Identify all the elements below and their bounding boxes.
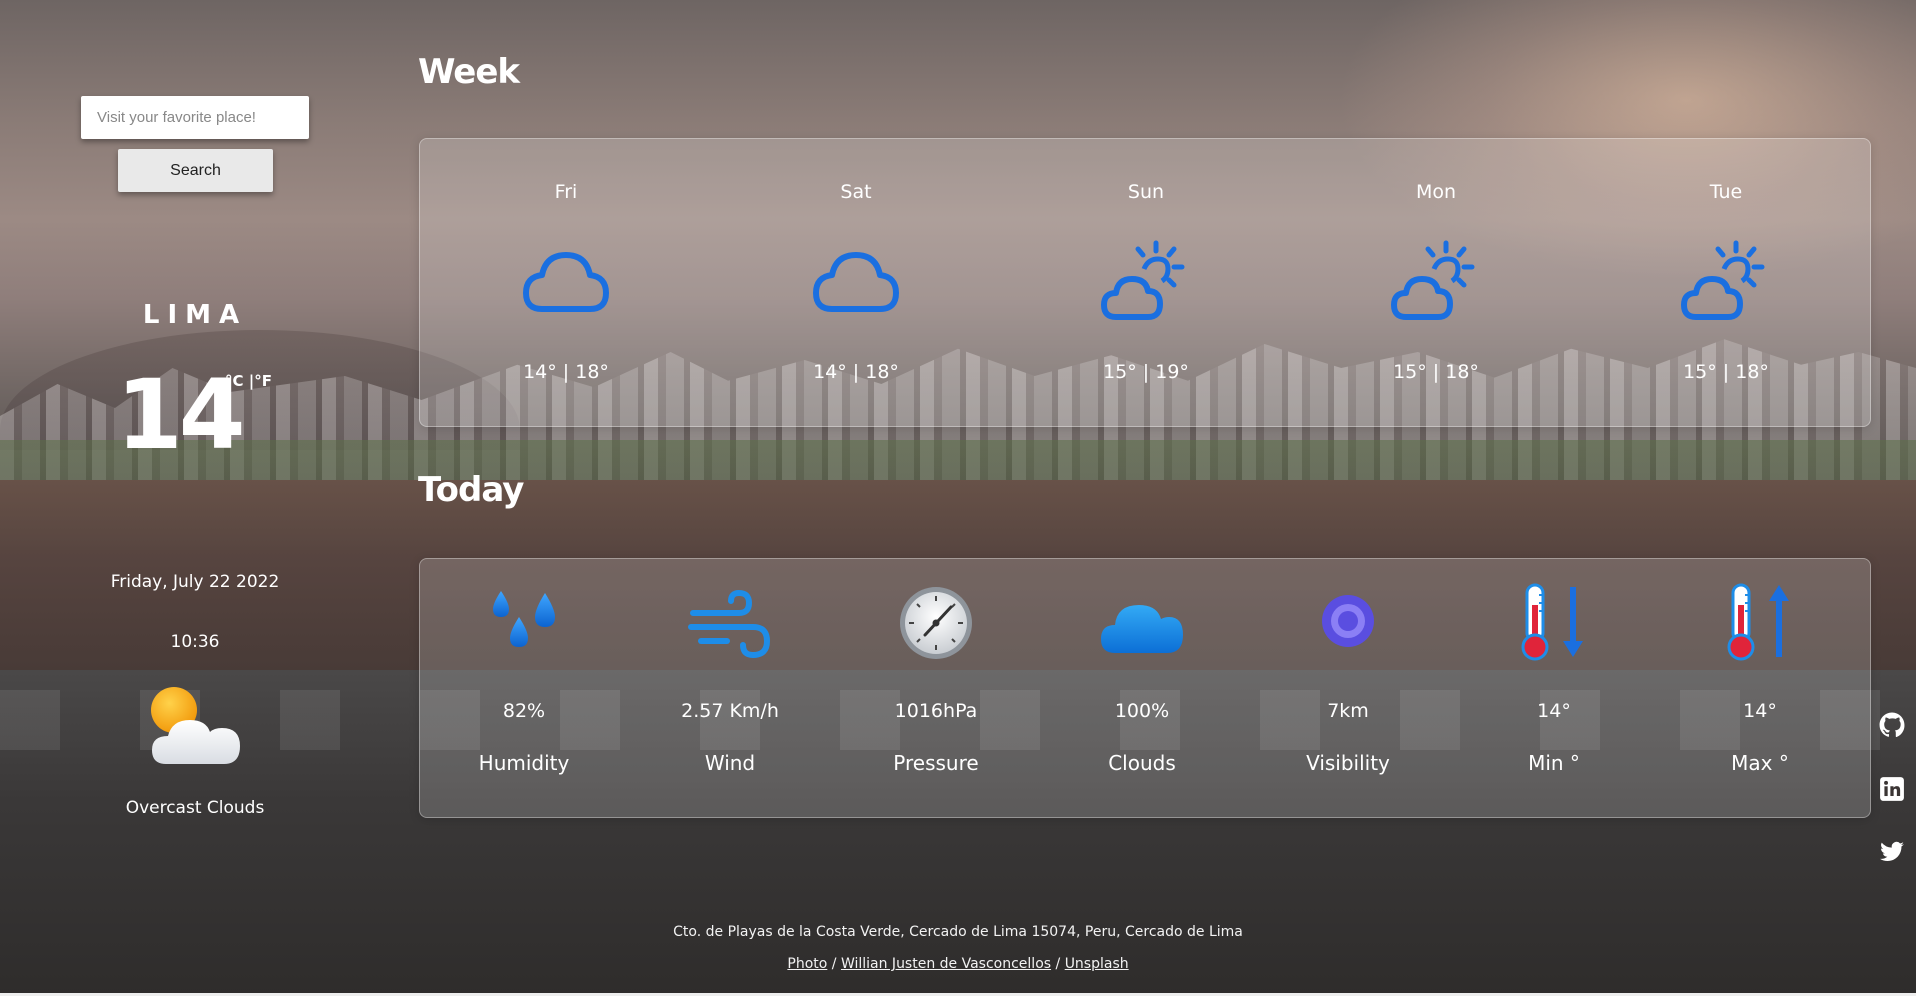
author-link[interactable]: Willian Justen de Vasconcellos bbox=[841, 956, 1051, 972]
day-forecast-mon: Mon 15° | 18° bbox=[1336, 139, 1536, 428]
weather-description: Overcast Clouds bbox=[125, 798, 265, 818]
wind-icon bbox=[688, 589, 771, 659]
metric-label: Max ° bbox=[1731, 751, 1789, 775]
visibility-icon bbox=[1322, 595, 1374, 647]
day-temps: 15° | 19° bbox=[1103, 361, 1189, 383]
metric-label: Clouds bbox=[1108, 751, 1176, 775]
metric-label: Visibility bbox=[1306, 751, 1390, 775]
day-forecast-sat: Sat 14° | 18° bbox=[756, 139, 956, 428]
city-name: LIMA bbox=[142, 300, 248, 330]
metric-value: 100% bbox=[1114, 700, 1170, 722]
day-name: Tue bbox=[1709, 181, 1743, 203]
partly-sunny-icon bbox=[1391, 240, 1475, 320]
metric-value: 14° bbox=[1743, 700, 1777, 722]
metric-value: 7km bbox=[1327, 700, 1369, 722]
day-forecast-fri: Fri 14° | 18° bbox=[466, 139, 666, 428]
metric-value: 14° bbox=[1537, 700, 1571, 722]
unit-toggle[interactable]: °C |°F bbox=[225, 372, 272, 390]
metric-value: 82% bbox=[502, 700, 546, 722]
day-temps: 14° | 18° bbox=[813, 361, 899, 383]
cloud-icon bbox=[813, 252, 899, 312]
day-name: Sat bbox=[840, 181, 872, 203]
partly-sunny-icon bbox=[1101, 240, 1185, 320]
week-forecast-panel: Fri 14° | 18° Sat 14° | 18° Sun 15° | 19… bbox=[419, 138, 1871, 427]
cloud-icon bbox=[523, 252, 609, 312]
day-forecast-tue: Tue 15° | 18° bbox=[1626, 139, 1826, 428]
day-name: Mon bbox=[1415, 181, 1457, 203]
metric-humidity: 82% Humidity bbox=[434, 559, 614, 819]
metric-label: Pressure bbox=[893, 751, 979, 775]
photo-link[interactable]: Photo bbox=[787, 956, 827, 972]
metric-value: 1016hPa bbox=[894, 700, 978, 722]
thermometer-down-icon bbox=[1521, 583, 1583, 661]
location-address: Cto. de Playas de la Costa Verde, Cercad… bbox=[673, 924, 1243, 940]
github-icon[interactable] bbox=[1879, 712, 1905, 738]
today-title: Today bbox=[418, 470, 524, 510]
partly-cloudy-sun-icon bbox=[151, 687, 240, 764]
day-name: Fri bbox=[554, 181, 578, 203]
today-metrics-panel: 82% Humidity 2.57 Km/h Wind 1016hPa Pres… bbox=[419, 558, 1871, 818]
metric-label: Min ° bbox=[1528, 751, 1580, 775]
day-temps: 14° | 18° bbox=[523, 361, 609, 383]
search-button[interactable]: Search bbox=[118, 149, 273, 192]
metric-label: Wind bbox=[704, 751, 756, 775]
current-time: 10:36 bbox=[170, 632, 220, 652]
current-temperature: 14 bbox=[116, 359, 246, 471]
day-temps: 15° | 18° bbox=[1683, 361, 1769, 383]
day-temps: 15° | 18° bbox=[1393, 361, 1479, 383]
metric-wind: 2.57 Km/h Wind bbox=[640, 559, 820, 819]
separator: / bbox=[1055, 956, 1061, 972]
week-title: Week bbox=[418, 52, 520, 92]
photo-credits: Photo / Willian Justen de Vasconcellos /… bbox=[0, 956, 1916, 972]
cloud-icon bbox=[1101, 605, 1183, 653]
metric-min-temp: 14° Min ° bbox=[1464, 559, 1644, 819]
thermometer-up-icon bbox=[1727, 583, 1789, 661]
metric-label: Humidity bbox=[478, 751, 570, 775]
day-name: Sun bbox=[1127, 181, 1165, 203]
metric-pressure: 1016hPa Pressure bbox=[846, 559, 1026, 819]
pressure-gauge-icon bbox=[900, 587, 972, 659]
search-input[interactable] bbox=[81, 96, 309, 139]
unsplash-link[interactable]: Unsplash bbox=[1065, 956, 1129, 972]
twitter-icon[interactable] bbox=[1879, 839, 1905, 865]
partly-sunny-icon bbox=[1681, 240, 1765, 320]
metric-value: 2.57 Km/h bbox=[681, 700, 779, 722]
linkedin-icon[interactable] bbox=[1879, 776, 1905, 802]
metric-clouds: 100% Clouds bbox=[1052, 559, 1232, 819]
separator: / bbox=[831, 956, 837, 972]
current-date: Friday, July 22 2022 bbox=[110, 572, 280, 592]
humidity-drops-icon bbox=[493, 591, 555, 647]
metric-visibility: 7km Visibility bbox=[1258, 559, 1438, 819]
metric-max-temp: 14° Max ° bbox=[1670, 559, 1850, 819]
day-forecast-sun: Sun 15° | 19° bbox=[1046, 139, 1246, 428]
